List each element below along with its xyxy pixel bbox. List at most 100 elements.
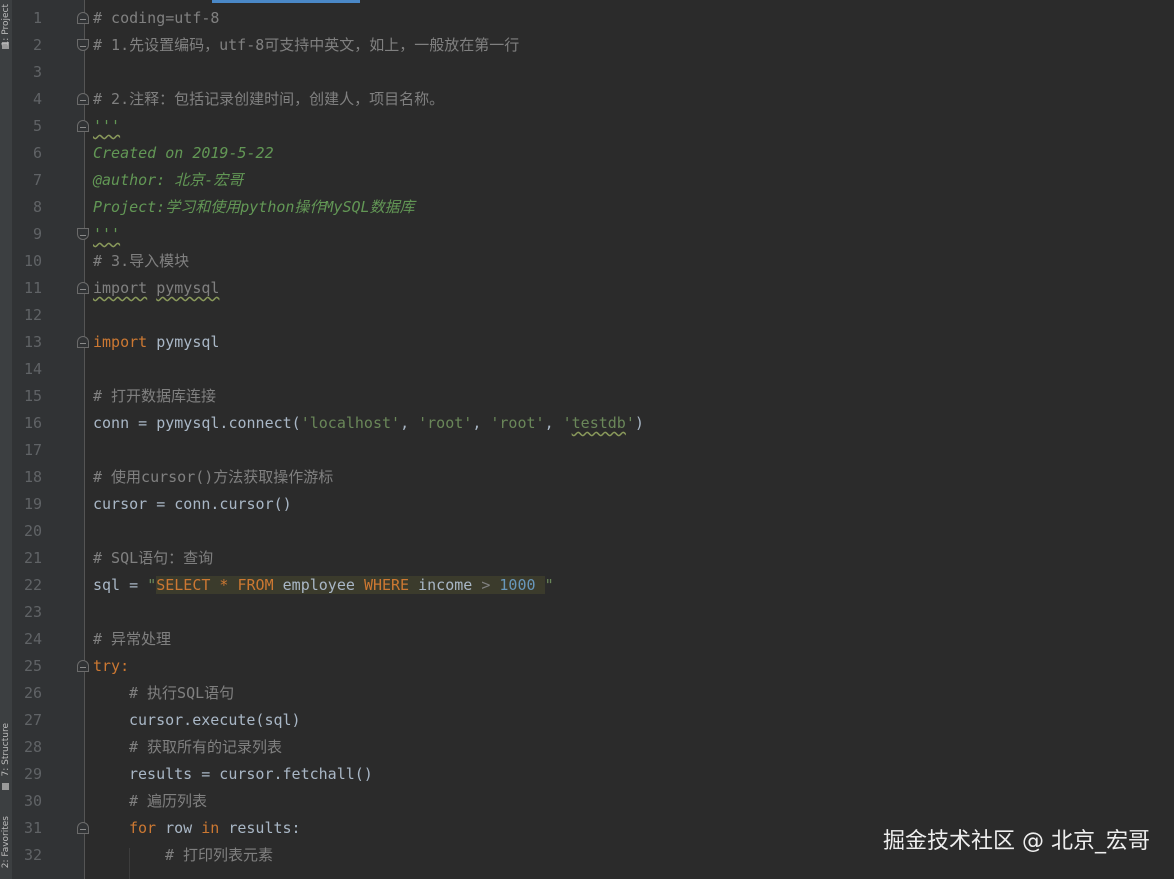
code-line: results = cursor.fetchall()	[93, 761, 1174, 788]
line-number: 26	[23, 684, 42, 702]
line-number: 32	[23, 846, 42, 864]
keyword: in	[201, 819, 220, 837]
code-line: # 异常处理	[93, 626, 1174, 653]
comment: # SQL语句：查询	[93, 549, 214, 567]
docstring: Created on 2019-5-22	[93, 144, 274, 162]
code-text: sql =	[93, 576, 148, 594]
line-number: 13	[23, 333, 42, 351]
line-number: 16	[23, 414, 42, 432]
sql-table: employee	[273, 576, 364, 594]
unused-import-module: pymysql	[156, 279, 220, 297]
code-line: # coding=utf-8	[93, 5, 1174, 32]
code-text: conn = pymysql.connect(	[93, 414, 301, 432]
line-number: 22	[23, 576, 42, 594]
line-number: 21	[23, 549, 42, 567]
fold-toggle-icon[interactable]	[77, 336, 89, 348]
code-text: )	[634, 414, 644, 432]
line-number: 19	[23, 495, 42, 513]
line-number: 31	[23, 819, 42, 837]
watermark: 掘金技术社区 @ 北京_宏哥	[883, 829, 1150, 854]
line-number: 6	[32, 144, 42, 162]
line-number: 5	[32, 117, 42, 135]
code-line: '''	[93, 221, 1174, 248]
keyword: for	[129, 819, 157, 837]
unused-import-keyword: import	[93, 279, 148, 297]
code-line: # 遍历列表	[93, 788, 1174, 815]
colon: :	[120, 657, 130, 675]
code-line: cursor.execute(sql)	[93, 707, 1174, 734]
line-number: 17	[23, 441, 42, 459]
tool-tab-favorites[interactable]: 2: Favorites	[0, 805, 12, 879]
line-number: 24	[23, 630, 42, 648]
comment: # 使用cursor()方法获取操作游标	[93, 468, 334, 486]
code-line: '''	[93, 113, 1174, 140]
line-number: 14	[23, 360, 42, 378]
structure-icon	[2, 783, 9, 790]
code-text: cursor.execute(sql)	[129, 711, 301, 729]
line-number: 23	[23, 603, 42, 621]
sql-operator: *	[210, 576, 238, 594]
string-quote: "	[544, 576, 554, 594]
line-number: 29	[23, 765, 42, 783]
tool-tab-structure[interactable]: 7: Structure	[0, 705, 12, 795]
code-line: Project:学习和使用python操作MySQL数据库	[93, 194, 1174, 221]
code-line: try:	[93, 653, 1174, 680]
fold-toggle-icon[interactable]	[77, 93, 89, 105]
tool-tab-project-label: 1: Project	[1, 3, 11, 47]
fold-toggle-icon[interactable]	[77, 12, 89, 24]
comment: # 打印列表元素	[165, 846, 274, 864]
code-line: sql = "SELECT * FROM employee WHERE inco…	[93, 572, 1174, 599]
code-line: # 3.导入模块	[93, 248, 1174, 275]
docstring: Project:学习和使用python操作MySQL数据库	[93, 198, 415, 216]
line-number: 2	[32, 36, 42, 54]
line-number: 3	[32, 63, 42, 81]
line-number: 1	[32, 9, 42, 27]
code-line: conn = pymysql.connect('localhost', 'roo…	[93, 414, 644, 432]
code-editor[interactable]: # coding=utf-8 # 1.先设置编码，utf-8可支持中英文，如上，…	[93, 5, 1174, 869]
comment: # 异常处理	[93, 630, 172, 648]
comment: # 执行SQL语句	[129, 684, 235, 702]
sql-keyword: WHERE	[363, 576, 410, 594]
code-line: # 2.注释：包括记录创建时间，创建人，项目名称。	[93, 86, 1174, 113]
fold-toggle-icon[interactable]	[77, 282, 89, 294]
line-number: 7	[32, 171, 42, 189]
docstring: @author: 北京-宏哥	[93, 171, 244, 189]
code-text: row	[156, 819, 202, 837]
line-number: 12	[23, 306, 42, 324]
line-number: 28	[23, 738, 42, 756]
keyword: import	[93, 333, 148, 351]
fold-toggle-icon[interactable]	[77, 120, 89, 132]
code-line: import pymysql	[93, 329, 1174, 356]
code-line: # 执行SQL语句	[93, 680, 1174, 707]
code-line: # SQL语句：查询	[93, 545, 1174, 572]
comment: # coding=utf-8	[93, 9, 220, 27]
tool-tab-project[interactable]: 1: Project	[0, 0, 12, 50]
sql-injection-block: SELECT * FROM employee WHERE income > 10…	[156, 576, 545, 594]
line-number: 18	[23, 468, 42, 486]
fold-toggle-icon[interactable]	[77, 228, 89, 240]
string-literal: testdb	[571, 414, 626, 432]
fold-toggle-icon[interactable]	[77, 822, 89, 834]
docstring-delimiter: '''	[93, 225, 121, 243]
fold-toggle-icon[interactable]	[77, 660, 89, 672]
tool-tab-structure-label: 7: Structure	[1, 723, 11, 777]
fold-toggle-icon[interactable]	[77, 39, 89, 51]
sql-number: 1000	[499, 576, 536, 594]
ide-window: 1: Project 7: Structure 2: Favorites 1 2…	[0, 0, 1174, 879]
vertical-scrollbar[interactable]	[1164, 0, 1174, 879]
code-text: results:	[219, 819, 301, 837]
code-text: results = cursor.fetchall()	[129, 765, 373, 783]
string-quote: '	[562, 414, 572, 432]
line-number: 11	[23, 279, 42, 297]
string-literal: 'root'	[490, 414, 545, 432]
code-line: Created on 2019-5-22	[93, 140, 1174, 167]
string-quote: "	[147, 576, 157, 594]
line-number: 10	[23, 252, 42, 270]
code-line: # 打开数据库连接	[93, 383, 1174, 410]
comment: # 获取所有的记录列表	[129, 738, 283, 756]
keyword: try	[93, 657, 121, 675]
